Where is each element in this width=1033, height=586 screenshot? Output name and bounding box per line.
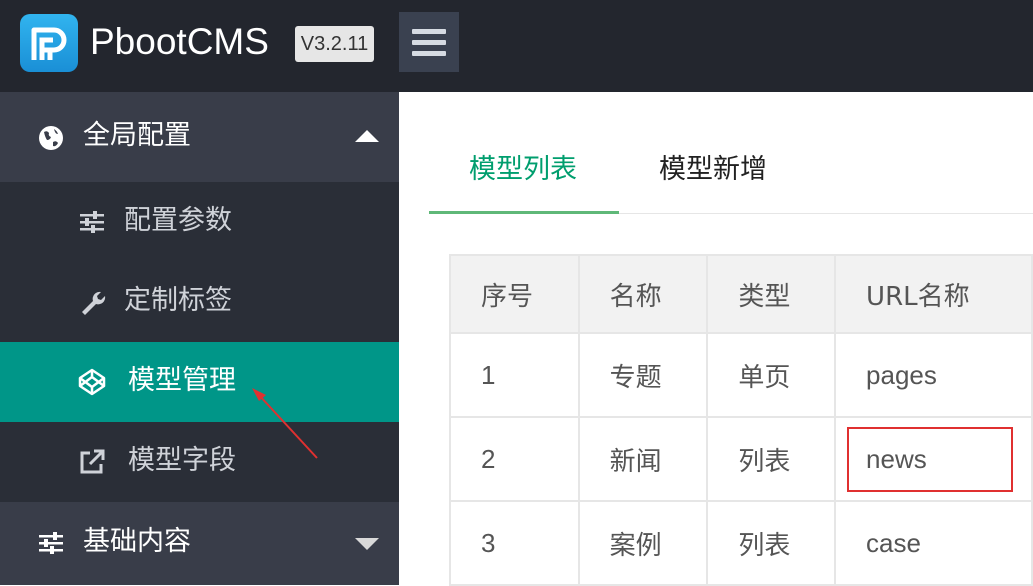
table-row[interactable]: 1 专题 单页 pages xyxy=(449,332,1033,418)
sidebar-item-custom-tags[interactable]: 定制标签 xyxy=(0,262,399,342)
top-header: PbootCMS V3.2.11 xyxy=(0,0,1033,92)
sliders-icon xyxy=(80,211,104,233)
version-badge: V3.2.11 xyxy=(295,26,374,62)
column-header: 名称 xyxy=(577,254,709,334)
table-cell: pages xyxy=(834,332,1033,418)
sidebar-group-basic-content[interactable]: 基础内容 xyxy=(0,502,399,585)
sidebar-item-label: 定制标签 xyxy=(124,285,232,316)
table-cell: 2 xyxy=(449,416,580,502)
column-header: URL名称 xyxy=(834,254,1033,334)
table-row[interactable]: 3 案例 列表 case xyxy=(449,500,1033,586)
table-cell: 专题 xyxy=(577,332,709,418)
sidebar-item-config-params[interactable]: 配置参数 xyxy=(0,182,399,262)
table-cell: 3 xyxy=(449,500,580,586)
table-cell: 1 xyxy=(449,332,580,418)
hamburger-icon[interactable] xyxy=(399,12,459,72)
table-cell: 单页 xyxy=(706,332,837,418)
sidebar-item-label: 模型管理 xyxy=(128,365,236,396)
wrench-icon xyxy=(82,291,106,315)
sidebar-item-label: 模型字段 xyxy=(128,445,236,476)
sidebar-item-label: 配置参数 xyxy=(124,205,232,236)
table-header-row: 序号 名称 类型 URL名称 xyxy=(449,254,1033,334)
active-tab-indicator xyxy=(429,211,619,214)
codepen-icon xyxy=(78,368,106,396)
annotation-highlight-box xyxy=(847,427,1013,492)
globe-icon xyxy=(39,126,63,150)
external-link-icon xyxy=(80,449,105,474)
sidebar-item-model-fields[interactable]: 模型字段 xyxy=(0,422,399,502)
caret-down-icon xyxy=(355,538,379,550)
table-cell: case xyxy=(834,500,1033,586)
caret-up-icon xyxy=(355,130,379,142)
tab-bar: 模型列表 模型新增 xyxy=(429,132,1033,214)
table-cell: 列表 xyxy=(706,500,837,586)
sidebar: 全局配置 配置参数 定制标签 模型管理 模型字段 基础内容 xyxy=(0,92,399,585)
pboot-logo-icon[interactable] xyxy=(20,14,78,72)
table-cell: 新闻 xyxy=(577,416,709,502)
column-header: 序号 xyxy=(449,254,580,334)
sidebar-group-global-config[interactable]: 全局配置 xyxy=(0,92,399,182)
tab-model-list[interactable]: 模型列表 xyxy=(469,152,577,188)
sidebar-group-label: 全局配置 xyxy=(83,120,191,151)
column-header: 类型 xyxy=(706,254,837,334)
sliders-icon xyxy=(39,532,63,554)
main-content: 模型列表 模型新增 序号 名称 类型 URL名称 1 专题 单页 pages 2… xyxy=(399,92,1033,586)
table-cell: 列表 xyxy=(706,416,837,502)
brand-name[interactable]: PbootCMS xyxy=(90,20,269,64)
model-table: 序号 名称 类型 URL名称 1 专题 单页 pages 2 新闻 列表 new… xyxy=(449,254,1033,586)
table-cell: 案例 xyxy=(577,500,709,586)
sidebar-item-model-management[interactable]: 模型管理 xyxy=(0,342,399,422)
tab-model-add[interactable]: 模型新增 xyxy=(659,152,767,188)
sidebar-group-label: 基础内容 xyxy=(83,526,191,557)
